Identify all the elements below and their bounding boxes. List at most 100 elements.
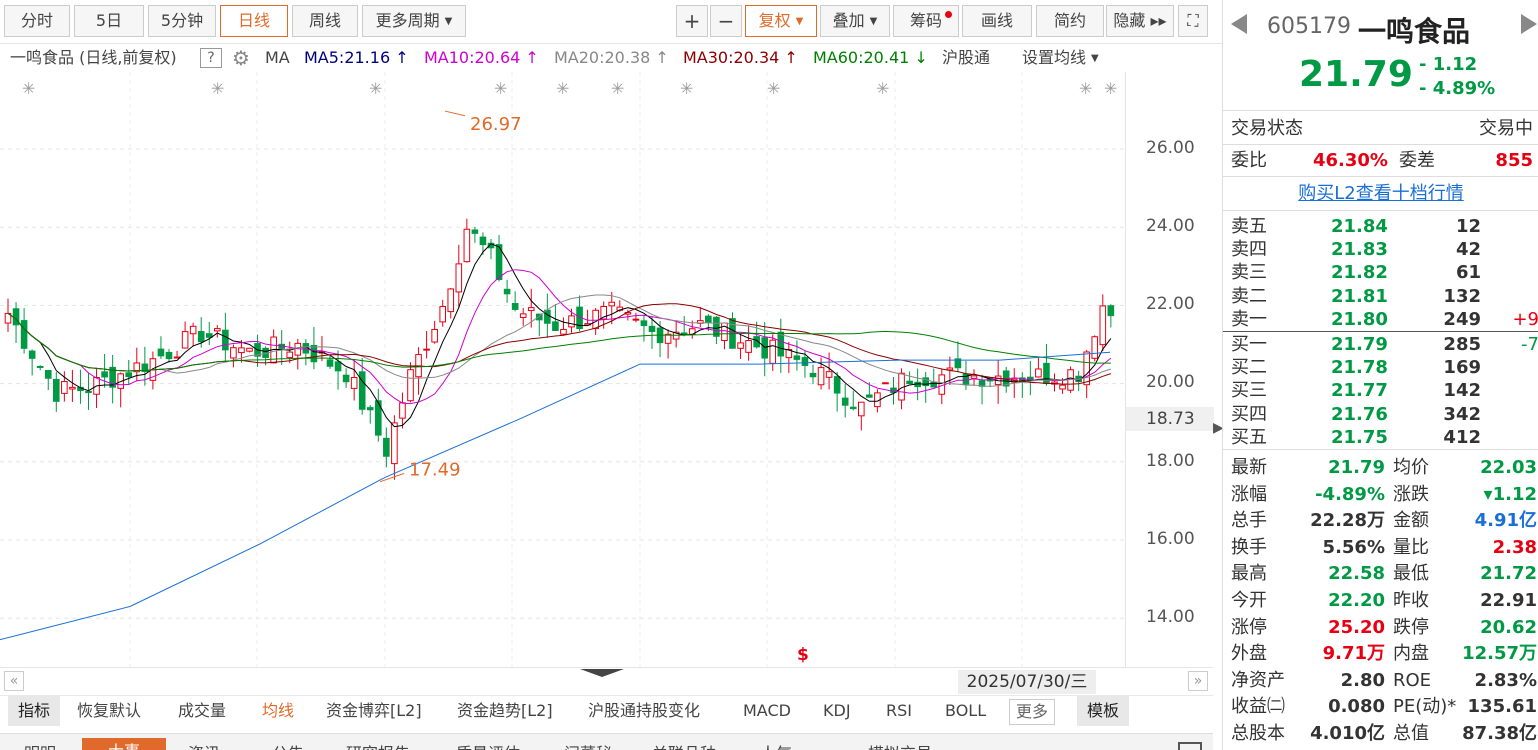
bottom-tab[interactable]: 公告 <box>272 740 304 750</box>
scroll-thumb-icon[interactable] <box>580 669 624 677</box>
help-icon[interactable]: ? <box>200 48 222 68</box>
stat-value: 22.28万 <box>1310 510 1385 532</box>
more-indicators-button[interactable]: 更多 <box>1009 699 1056 725</box>
capital-trend-tab[interactable]: 资金趋势[L2] <box>457 696 553 726</box>
stat-row: 今开 22.20 昨收 22.91 <box>1223 589 1538 612</box>
sell-level-price: 21.81 <box>1331 285 1388 307</box>
candle-body <box>906 380 913 385</box>
bottom-tab[interactable]: 模拟交易 <box>868 740 932 750</box>
bottom-tab[interactable]: 人气 <box>760 740 792 750</box>
rsi-tab[interactable]: RSI <box>886 696 912 726</box>
tab-weekly[interactable]: 周线 <box>292 5 358 37</box>
stat-value: 2.80 <box>1340 669 1385 691</box>
buy-level-label: 买二 <box>1231 357 1267 379</box>
kdj-tab[interactable]: KDJ <box>823 696 851 726</box>
bottom-tab[interactable]: 关联品种 <box>652 740 716 750</box>
bottom-tab[interactable]: 质量评估 <box>456 740 520 750</box>
adjust-label: 复权 <box>758 11 791 30</box>
simple-mode-button[interactable]: 简约 <box>1036 5 1104 37</box>
stat-value: 5.56% <box>1322 536 1385 558</box>
bottom-tab[interactable]: 研究报告 <box>346 740 410 750</box>
stat-row: 涨幅 -4.89% 涨跌 ▾1.12 <box>1223 483 1538 506</box>
candle-body <box>833 376 841 394</box>
hgt-holding-tab[interactable]: 沪股通持股变化 <box>588 696 700 726</box>
buy-level-price: 21.79 <box>1331 334 1388 355</box>
stat-label: 量比 <box>1393 536 1429 558</box>
stat-value: -4.89% <box>1315 483 1385 505</box>
buy-level-label: 买四 <box>1231 403 1267 425</box>
candle-body <box>366 407 374 411</box>
low-price-label: 17.49 <box>409 460 461 481</box>
stat-label: 总股本 <box>1231 723 1285 744</box>
candle-body <box>560 328 567 335</box>
ma250-line <box>0 351 1111 641</box>
zoom-in-button[interactable]: + <box>676 5 708 37</box>
tab-intraday[interactable]: 分时 <box>4 5 70 37</box>
event-marker-icon: ✳ <box>494 79 507 98</box>
candle-body <box>544 309 551 324</box>
ma-settings-dropdown[interactable]: 设置均线 ▼ <box>1022 44 1099 73</box>
scroll-right-icon[interactable]: » <box>1188 671 1208 691</box>
chips-button[interactable]: 筹码 <box>893 5 959 37</box>
candle-body <box>519 313 527 318</box>
candle-body <box>238 347 245 354</box>
tab-5day[interactable]: 5日 <box>74 5 144 37</box>
candle-body <box>423 348 430 351</box>
prev-stock-icon[interactable] <box>1231 14 1247 34</box>
sell-level-change: +9 <box>1512 308 1538 330</box>
more-periods-dropdown[interactable]: 更多周期 ▼ <box>362 5 466 37</box>
candle-body <box>85 390 92 394</box>
bottom-tab-active[interactable]: 大事 <box>82 738 167 750</box>
stock-code: 605179 <box>1267 14 1351 39</box>
y-tick: 18.00 <box>1146 451 1195 471</box>
macd-tab[interactable]: MACD <box>743 696 791 726</box>
tab-5min[interactable]: 5分钟 <box>148 5 216 37</box>
event-marker-icon: ✳ <box>611 79 624 98</box>
hide-button[interactable]: 隐藏 ▸▸ <box>1106 5 1174 37</box>
buy-level-label: 买五 <box>1231 426 1267 448</box>
capital-game-tab[interactable]: 资金博弈[L2] <box>326 696 422 726</box>
candle-body <box>334 361 342 372</box>
boll-tab[interactable]: BOLL <box>945 696 986 726</box>
overlay-dropdown[interactable]: 叠加 ▼ <box>820 5 890 37</box>
next-stock-icon[interactable] <box>1521 14 1537 34</box>
buy-l2-link[interactable]: 购买L2查看十档行情 <box>1298 183 1463 204</box>
overlay-label: 叠加 <box>832 11 865 30</box>
template-button[interactable]: 模板 <box>1077 696 1130 726</box>
volume-tab[interactable]: 成交量 <box>178 696 226 726</box>
stat-label: 金额 <box>1393 510 1429 532</box>
bottom-tab[interactable]: 明明 <box>24 740 56 750</box>
buy-level-price: 21.75 <box>1331 426 1388 448</box>
scroll-left-icon[interactable]: « <box>4 671 24 691</box>
quote-panel: 605179 一鸣食品 21.79 - 1.12 - 4.89% 交易状态 交易… <box>1222 0 1538 750</box>
zoom-out-button[interactable]: − <box>710 5 742 37</box>
gear-icon[interactable]: ⚙ <box>232 44 250 72</box>
candlestick-chart[interactable]: ✳ ✳ ✳ ✳ ✳ ✳ ✳ ✳ ✳ ✳ ✳ 26.97 17.49 $ <box>0 72 1125 667</box>
collapse-panel-icon[interactable]: ▶ <box>1213 420 1224 444</box>
candle-body <box>383 437 390 457</box>
hgt-toggle[interactable]: 沪股通 <box>942 44 990 72</box>
bottom-tab[interactable]: 问董秘 <box>564 740 612 750</box>
reset-default-tab[interactable]: 恢复默认 <box>77 696 141 726</box>
draw-line-button[interactable]: 画线 <box>962 5 1032 37</box>
chart-scrollbar[interactable]: « 2025/07/30/三 » <box>0 667 1213 695</box>
window-icon[interactable] <box>1178 742 1202 750</box>
fullscreen-icon[interactable]: ⛶ <box>1178 5 1208 37</box>
tab-daily[interactable]: 日线 <box>220 5 288 37</box>
event-marker-icon: ✳ <box>1104 79 1117 98</box>
ma-tab[interactable]: 均线 <box>262 696 294 726</box>
adjust-dropdown[interactable]: 复权 ▼ <box>745 5 817 37</box>
candle-body <box>568 315 575 328</box>
y-tick: 26.00 <box>1146 138 1195 158</box>
sell-level-row: 卖五 21.84 12 <box>1223 215 1538 238</box>
ma-legend: 一鸣食品 (日线,前复权) ? ⚙ MA MA5:21.16 ↑ MA10:20… <box>0 44 1125 72</box>
indicator-tab[interactable]: 指标 <box>8 696 61 726</box>
sell-level-label: 卖二 <box>1231 285 1267 307</box>
candle-body <box>608 301 616 307</box>
candle-body <box>841 397 849 406</box>
candle-body <box>737 342 744 349</box>
stat-value: 22.20 <box>1328 590 1385 611</box>
bottom-tab[interactable]: 资讯 <box>188 740 220 750</box>
candle-body <box>713 316 720 337</box>
candle-body <box>745 340 752 353</box>
